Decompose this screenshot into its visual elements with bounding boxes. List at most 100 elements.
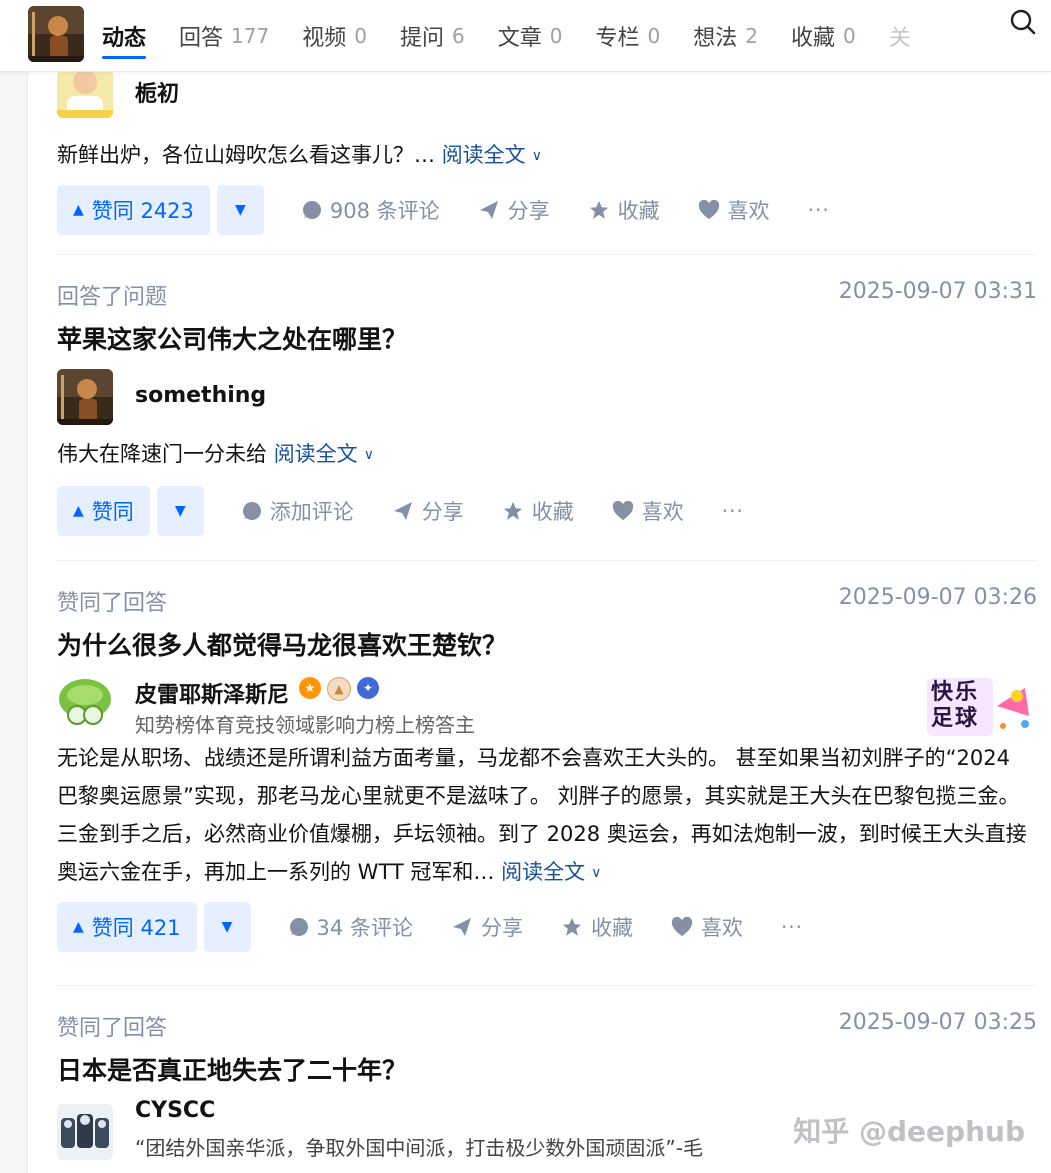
promo-sticker: 快乐足球 [925,676,1035,738]
upvote-button[interactable]: ▲ 赞同 [57,486,150,536]
action-bar: ▲ 赞同 421 ▼ 34 条评论 分享 收藏 喜欢 ··· [57,902,1037,952]
star-icon [589,200,608,219]
comment-icon [242,502,261,520]
triangle-up-icon: ▲ [73,919,84,935]
downvote-button[interactable]: ▼ [203,902,251,952]
like-label: 喜欢 [700,916,743,940]
activity-type: 回答了问题 [57,285,168,310]
chevron-down-icon: ∨ [591,865,602,881]
question-title[interactable]: 日本是否真正地失去了二十年？ [57,1054,1037,1088]
feed-divider [57,254,1037,255]
author-avatar[interactable] [57,675,113,731]
downvote-button[interactable]: ▼ [216,185,264,235]
profile-tab-bar: 动态 回答 177 视频 0 提问 6 文章 0 专栏 0 想法 2 收藏 0 关 [0,0,1051,72]
author-avatar[interactable] [57,369,113,425]
activity-type: 赞同了回答 [57,591,168,616]
bronze-badge-icon: ▲ [327,677,351,701]
comment-button[interactable]: 添加评论 [242,496,354,526]
downvote-button[interactable]: ▼ [156,486,204,536]
read-more-link[interactable]: 阅读全文 ∨ [274,442,374,466]
read-more-label: 阅读全文 [441,143,526,167]
watermark: 知乎 @deephub [793,1115,1025,1148]
author-avatar[interactable] [57,70,113,118]
feed-divider [57,560,1037,561]
feed-item: 栀初 新鲜出炉，各位山姆吹怎么看这事儿？… 阅读全文 ∨ ▲ 赞同 2423 ▼ 9… [57,70,1037,235]
heart-icon [612,501,633,521]
answer-excerpt[interactable]: 无论是从职场、战绩还是所谓利益方面考量，马龙都不会喜欢王大头的。 甚至如果当初刘… [57,739,1037,894]
comment-label: 添加评论 [269,500,354,524]
author-name[interactable]: CYSCC [135,1098,215,1123]
comment-icon [302,201,321,219]
tab-articles[interactable]: 文章 0 [498,0,563,71]
more-options-button[interactable]: ··· [808,198,830,222]
activity-type: 赞同了回答 [57,1016,168,1041]
question-title[interactable]: 苹果这家公司伟大之处在哪里？ [57,323,1037,357]
excerpt-text: 新鲜出炉，各位山姆吹怎么看这事儿？… [57,143,435,167]
author-name[interactable]: 皮雷耶斯泽斯尼 [135,677,289,709]
activity-meta: 回答了问题 2025-09-07 03:31 [57,279,1037,310]
triangle-up-icon: ▲ [73,202,84,218]
more-icon: ··· [780,915,804,939]
read-more-link[interactable]: 阅读全文 ∨ [442,143,542,167]
author-avatar[interactable] [57,1104,113,1160]
tab-thoughts[interactable]: 想法 2 [693,0,758,71]
like-button[interactable]: 喜欢 [698,195,770,225]
upvote-label: 赞同 2423 [91,199,194,223]
tab-columns[interactable]: 专栏 0 [595,0,660,71]
answer-excerpt[interactable]: 新鲜出炉，各位山姆吹怎么看这事儿？… 阅读全文 ∨ [57,136,1037,177]
collect-button[interactable]: 收藏 [561,912,633,942]
activity-meta: 赞同了回答 2025-09-07 03:26 [57,585,1037,616]
collect-button[interactable]: 收藏 [588,195,660,225]
tab-videos[interactable]: 视频 0 [302,0,367,71]
author-name[interactable]: something [135,383,266,408]
action-bar: ▲ 赞同 2423 ▼ 908 条评论 分享 收藏 喜欢 ··· [57,185,1037,235]
user-avatar[interactable] [28,6,84,62]
like-label: 喜欢 [641,500,684,524]
comment-button[interactable]: 34 条评论 [289,912,413,942]
upvote-button[interactable]: ▲ 赞同 421 [57,902,197,952]
comment-label: 908 条评论 [329,199,440,223]
activity-time: 2025-09-07 03:25 [838,1010,1037,1035]
tab-activity[interactable]: 动态 [102,0,147,71]
author-name[interactable]: 栀初 [135,76,179,108]
collect-label: 收藏 [590,916,633,940]
collect-button[interactable]: 收藏 [502,496,574,526]
read-more-link[interactable]: 阅读全文 ∨ [501,860,601,884]
more-icon: ··· [721,499,744,523]
triangle-down-icon: ▼ [221,919,233,935]
upvote-button[interactable]: ▲ 赞同 2423 [57,185,210,235]
read-more-label: 阅读全文 [501,860,586,884]
share-label: 分享 [421,500,464,524]
like-button[interactable]: 喜欢 [612,496,684,526]
tab-collections[interactable]: 收藏 0 [791,0,856,71]
upvote-label: 赞同 [91,500,134,524]
comment-label: 34 条评论 [316,916,413,940]
share-button[interactable]: 分享 [478,195,550,225]
comment-button[interactable]: 908 条评论 [302,195,440,225]
search-icon[interactable] [1009,8,1039,38]
comment-icon [289,918,308,936]
answer-excerpt[interactable]: 伟大在降速门一分未给 阅读全文 ∨ [57,435,1037,476]
tab-following[interactable]: 关 [889,0,911,71]
heart-icon [698,200,719,220]
tab-answers[interactable]: 回答 177 [179,0,269,71]
author-row: 皮雷耶斯泽斯尼 ★ ▲ ✦ 知势榜体育竞技领域影响力榜上榜答主 [57,675,1037,737]
tab-questions[interactable]: 提问 6 [400,0,465,71]
triangle-up-icon: ▲ [73,503,84,519]
share-button[interactable]: 分享 [451,912,523,942]
collect-label: 收藏 [617,199,660,223]
like-button[interactable]: 喜欢 [671,912,743,942]
more-options-button[interactable]: ··· [722,499,744,523]
share-icon [393,502,412,520]
author-headline: “团结外国亲华派，争取外国中间派，打击极少数外国顽固派”-毛 [135,1136,703,1160]
activity-time: 2025-09-07 03:31 [838,279,1037,304]
share-button[interactable]: 分享 [392,496,464,526]
collect-label: 收藏 [531,500,574,524]
share-label: 分享 [507,199,550,223]
activity-meta: 赞同了回答 2025-09-07 03:25 [57,1010,1037,1041]
triangle-down-icon: ▼ [174,503,186,519]
chevron-down-icon: ∨ [531,148,542,164]
question-title[interactable]: 为什么很多人都觉得马龙很喜欢王楚钦？ [57,629,1037,663]
more-options-button[interactable]: ··· [781,915,803,939]
chevron-down-icon: ∨ [363,447,374,463]
